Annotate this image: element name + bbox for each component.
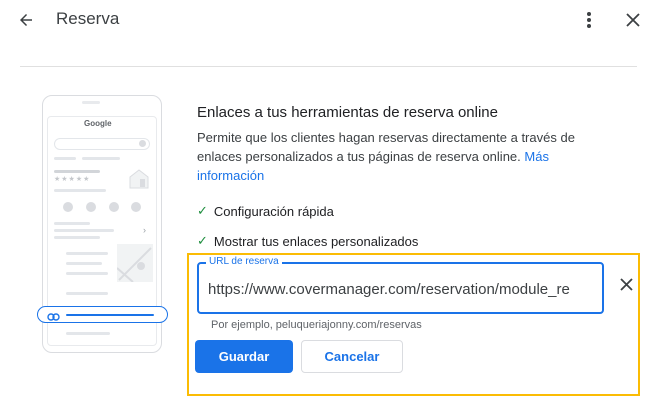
field-hint: Por ejemplo, peluqueriajonny.com/reserva… [211, 319, 422, 331]
feature-label: Mostrar tus enlaces personalizados [213, 233, 419, 249]
illustration-search-bar [54, 138, 150, 150]
check-icon: ✓ [197, 233, 208, 248]
more-options-button[interactable] [579, 8, 599, 32]
action-circle-icon [63, 202, 73, 212]
section-heading: Enlaces a tus herramientas de reserva on… [197, 104, 498, 121]
action-circle-icon [131, 202, 141, 212]
more-vert-icon [587, 12, 591, 28]
illustration-line [66, 332, 110, 335]
close-button[interactable] [622, 8, 644, 32]
booking-url-input[interactable] [208, 277, 592, 301]
close-icon [626, 13, 640, 27]
illustration-line [66, 292, 108, 295]
page-title: Reserva [56, 9, 120, 28]
illustration-line [54, 189, 106, 192]
action-circle-icon [109, 202, 119, 212]
close-icon [619, 277, 633, 291]
save-button[interactable]: Guardar [195, 340, 293, 373]
header-divider [20, 66, 637, 67]
store-icon [128, 168, 150, 190]
section-description: Permite que los clientes hagan reservas … [197, 128, 607, 185]
illustration-line [66, 252, 108, 255]
arrow-back-icon [20, 14, 32, 26]
check-icon: ✓ [197, 203, 208, 218]
feature-label: Configuración rápida [213, 203, 334, 219]
illustration-line [54, 222, 90, 225]
illustration-line [82, 157, 120, 160]
illustration-line [54, 236, 100, 239]
back-button[interactable] [14, 8, 38, 32]
phone-speaker [82, 101, 100, 104]
chevron-right-icon: › [143, 225, 146, 235]
link-icon [47, 309, 60, 327]
illustration-line [54, 170, 100, 173]
illustration-line [54, 157, 76, 160]
cancel-button[interactable]: Cancelar [301, 340, 403, 373]
action-circle-icon [86, 202, 96, 212]
illustration-line [66, 262, 102, 265]
illustration-search-icon [139, 140, 146, 147]
map-icon [116, 244, 153, 283]
illustration-line [66, 272, 108, 275]
booking-url-label: URL de reserva [206, 256, 282, 267]
clear-field-button[interactable] [615, 273, 637, 295]
feature-item: ✓ Configuración rápida [197, 203, 334, 219]
link-bar [66, 314, 154, 316]
description-text: Permite que los clientes hagan reservas … [197, 130, 575, 164]
feature-item: ✓ Mostrar tus enlaces personalizados [197, 233, 418, 249]
illustration-rating: ★★★★★ [54, 176, 91, 183]
google-logo: Google [84, 119, 112, 128]
illustration-line [54, 229, 114, 232]
